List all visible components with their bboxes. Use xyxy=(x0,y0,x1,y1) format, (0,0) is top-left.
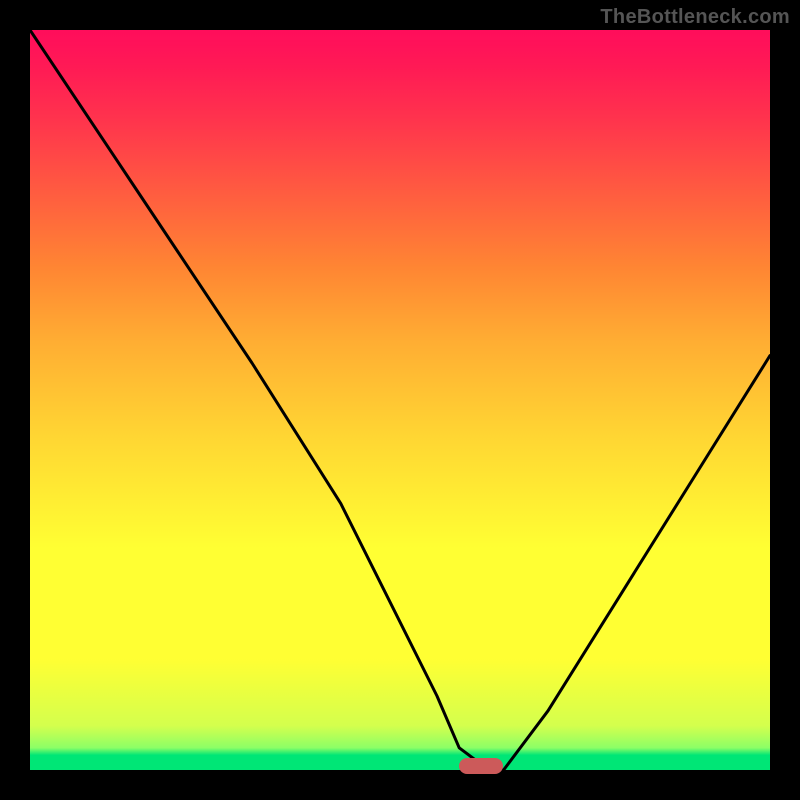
bottleneck-curve xyxy=(30,30,770,770)
watermark-text: TheBottleneck.com xyxy=(600,6,790,29)
plot-area xyxy=(30,30,770,770)
optimal-point-marker xyxy=(459,758,503,774)
chart-container: TheBottleneck.com xyxy=(0,0,800,800)
